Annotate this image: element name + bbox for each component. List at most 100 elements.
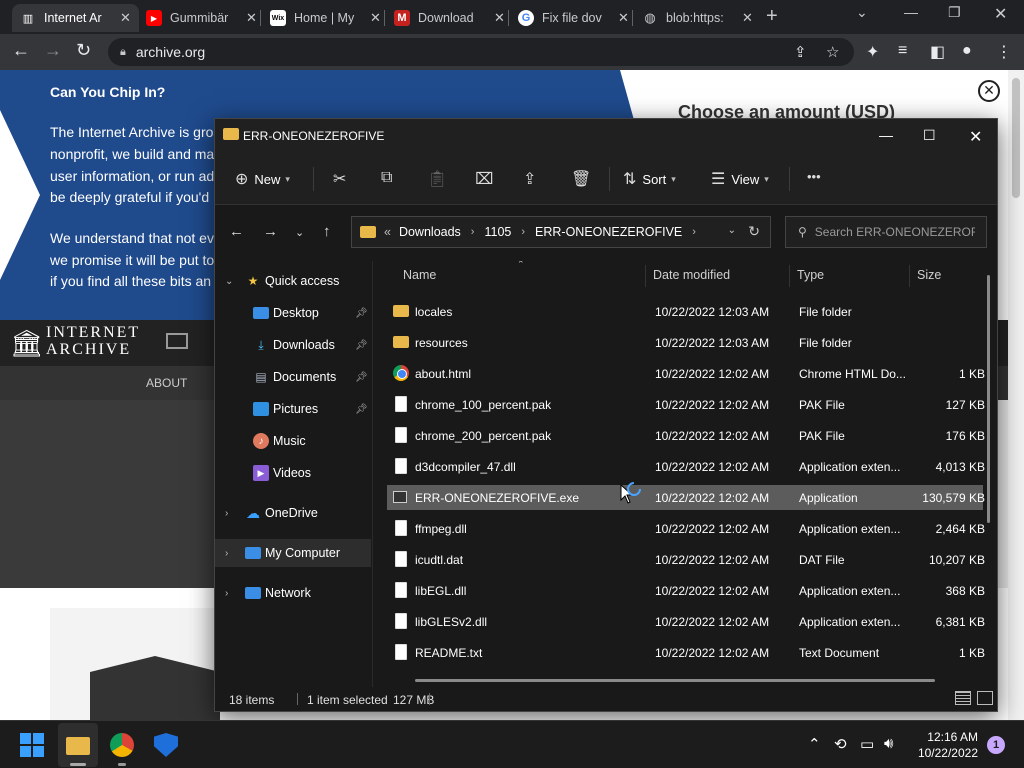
chevron-right-icon[interactable]: › (225, 508, 228, 519)
close-tab-icon[interactable]: ✕ (246, 10, 257, 26)
page-scrollbar[interactable] (1008, 70, 1024, 720)
column-header-name[interactable]: Name (395, 261, 645, 289)
breadcrumb-chevron-icon[interactable]: › (692, 226, 696, 238)
close-tab-icon[interactable]: ✕ (494, 10, 505, 26)
tab-internet-archive[interactable]: ▥ Internet Ar ✕ (12, 4, 139, 32)
more-options-icon[interactable]: ••• (807, 169, 821, 184)
sort-button[interactable]: ⇅ Sort ▾ (623, 169, 676, 189)
nav-about-link[interactable]: ABOUT (146, 376, 187, 390)
nav-downloads[interactable]: ⤓ Downloads 📌︎ (215, 331, 371, 359)
close-tab-icon[interactable]: ✕ (370, 10, 381, 26)
copy-icon[interactable]: ⧉ (381, 169, 392, 187)
tab-google[interactable]: G Fix file dov ✕ (510, 4, 637, 32)
column-header-type[interactable]: Type (789, 261, 909, 289)
breadcrumb-chevron-icon[interactable]: › (471, 226, 475, 238)
reload-icon[interactable]: ↻ (76, 40, 91, 61)
tab-blob[interactable]: ◍ blob:https: ✕ (634, 4, 761, 32)
column-header-size[interactable]: Size (909, 261, 979, 289)
close-tab-icon[interactable]: ✕ (120, 10, 131, 26)
file-row[interactable]: ERR-ONEONEZEROFIVE.exe 10/22/2022 12:02 A… (387, 485, 985, 510)
forward-arrow-icon[interactable]: → (44, 40, 62, 61)
paste-icon[interactable]: 📋︎ (427, 169, 447, 189)
new-tab-plus-icon[interactable]: + (766, 5, 778, 28)
tab-wix[interactable]: Wix Home | My ✕ (262, 4, 389, 32)
nav-music[interactable]: ♪ Music (215, 427, 371, 455)
nav-videos[interactable]: ▶ Videos (215, 459, 371, 487)
explorer-title-bar[interactable]: ERR-ONEONEZEROFIVE — ☐ ✕ (215, 119, 997, 153)
large-icons-view-icon[interactable] (977, 691, 993, 705)
cut-scissors-icon[interactable]: ✂ (333, 169, 346, 189)
file-explorer-icon[interactable] (66, 737, 90, 755)
nav-documents[interactable]: ▤ Documents 📌︎ (215, 363, 371, 391)
search-input[interactable] (814, 225, 975, 239)
new-button[interactable]: ⊕ New ▾ (235, 169, 290, 189)
media-control-icon[interactable]: ≡ (898, 42, 907, 60)
pin-icon[interactable]: 📌︎ (355, 308, 368, 319)
web-media-icon[interactable] (166, 333, 188, 349)
tab-youtube[interactable]: ▶ Gummibär ✕ (138, 4, 265, 32)
refresh-icon[interactable]: ↻ (748, 223, 760, 240)
close-tab-icon[interactable]: ✕ (618, 10, 629, 26)
tab-search-chevron-icon[interactable]: ⌄ (856, 4, 868, 21)
maximize-icon[interactable]: ☐ (923, 127, 936, 144)
pin-icon[interactable]: 📌︎ (355, 340, 368, 351)
file-row[interactable]: ffmpeg.dll 10/22/2022 12:02 AM Application… (387, 516, 985, 541)
nav-network[interactable]: › Network (215, 579, 371, 607)
back-arrow-icon[interactable]: ← (229, 223, 244, 240)
scrollbar-thumb[interactable] (1012, 78, 1020, 198)
nav-pictures[interactable]: Pictures 📌︎ (215, 395, 371, 423)
nav-desktop[interactable]: Desktop 📌︎ (215, 299, 371, 327)
forward-arrow-icon[interactable]: → (263, 223, 278, 240)
horizontal-scrollbar[interactable] (415, 679, 935, 682)
breadcrumb-chevron-icon[interactable]: › (521, 226, 525, 238)
sync-icon[interactable]: ⟲ (834, 735, 847, 753)
share-icon[interactable]: ⇪ (794, 43, 807, 61)
chrome-icon[interactable] (110, 733, 134, 757)
breadcrumb-downloads[interactable]: Downloads (399, 225, 461, 239)
menu-kebab-icon[interactable]: ⋮ (996, 42, 1012, 62)
show-hidden-icons-chevron-icon[interactable]: ⌃ (808, 735, 821, 753)
restore-icon[interactable]: ❐ (948, 4, 961, 21)
display-icon[interactable]: ▭ (860, 735, 874, 753)
extensions-puzzle-icon[interactable]: ✦ (866, 42, 879, 62)
notification-badge[interactable]: 1 (987, 736, 1005, 754)
side-panel-icon[interactable]: ◧ (930, 42, 945, 62)
ia-logo-text[interactable]: INTERNET ARCHIVE (46, 324, 140, 358)
volume-icon[interactable]: 🔊︎ (884, 735, 893, 752)
system-clock[interactable]: 12:16 AM 10/22/2022 (910, 729, 978, 761)
close-tab-icon[interactable]: ✕ (742, 10, 753, 26)
file-row[interactable]: chrome_100_percent.pak 10/22/2022 12:02 A… (387, 392, 985, 417)
file-row[interactable]: libGLESv2.dll 10/22/2022 12:02 AM Applicat… (387, 609, 985, 634)
file-row[interactable]: about.html 10/22/2022 12:02 AM Chrome HTML… (387, 361, 985, 386)
file-row[interactable]: resources 10/22/2022 12:03 AM File folder (387, 330, 983, 355)
minimize-icon[interactable]: — (879, 127, 893, 143)
tab-gmail[interactable]: M Download ✕ (386, 4, 513, 32)
file-row[interactable]: README.txt 10/22/2022 12:02 AM Text Docume… (387, 640, 985, 665)
column-header-date[interactable]: Date modified (645, 261, 789, 289)
minimize-icon[interactable]: — (904, 4, 918, 20)
breadcrumb-current-folder[interactable]: ERR-ONEONEZEROFIVE (535, 225, 682, 239)
recent-locations-chevron-icon[interactable]: ⌄ (295, 226, 304, 239)
up-arrow-icon[interactable]: ↑ (323, 223, 331, 240)
breadcrumb-1105[interactable]: 1105 (484, 225, 511, 239)
bookmark-star-icon[interactable]: ☆ (826, 43, 839, 61)
delete-trash-icon[interactable]: 🗑︎ (571, 169, 591, 189)
file-row[interactable]: chrome_200_percent.pak 10/22/2022 12:02 A… (387, 423, 985, 448)
back-arrow-icon[interactable]: ← (12, 40, 30, 61)
pin-icon[interactable]: 📌︎ (355, 404, 368, 415)
windows-security-shield-icon[interactable] (154, 733, 178, 757)
breadcrumb-overflow[interactable]: « (384, 225, 391, 239)
chevron-right-icon[interactable]: › (225, 548, 228, 559)
close-icon[interactable]: ✕ (969, 127, 982, 147)
nav-my-computer[interactable]: › My Computer (215, 539, 371, 567)
file-row[interactable]: d3dcompiler_47.dll 10/22/2022 12:02 AM App… (387, 454, 985, 479)
file-row[interactable]: locales 10/22/2022 12:03 AM File folder (387, 299, 983, 324)
chevron-down-icon[interactable]: ⌄ (225, 276, 233, 287)
windows-start-icon[interactable] (20, 733, 44, 757)
file-row[interactable]: icudtl.dat 10/22/2022 12:02 AM DAT File 10,… (387, 547, 985, 572)
share-icon[interactable]: ⇪ (523, 169, 536, 189)
chevron-right-icon[interactable]: › (225, 588, 228, 599)
banner-close-button[interactable]: ✕ (978, 80, 1000, 102)
address-dropdown-chevron-icon[interactable]: ⌄ (728, 225, 736, 236)
profile-icon[interactable]: ● (962, 42, 972, 60)
